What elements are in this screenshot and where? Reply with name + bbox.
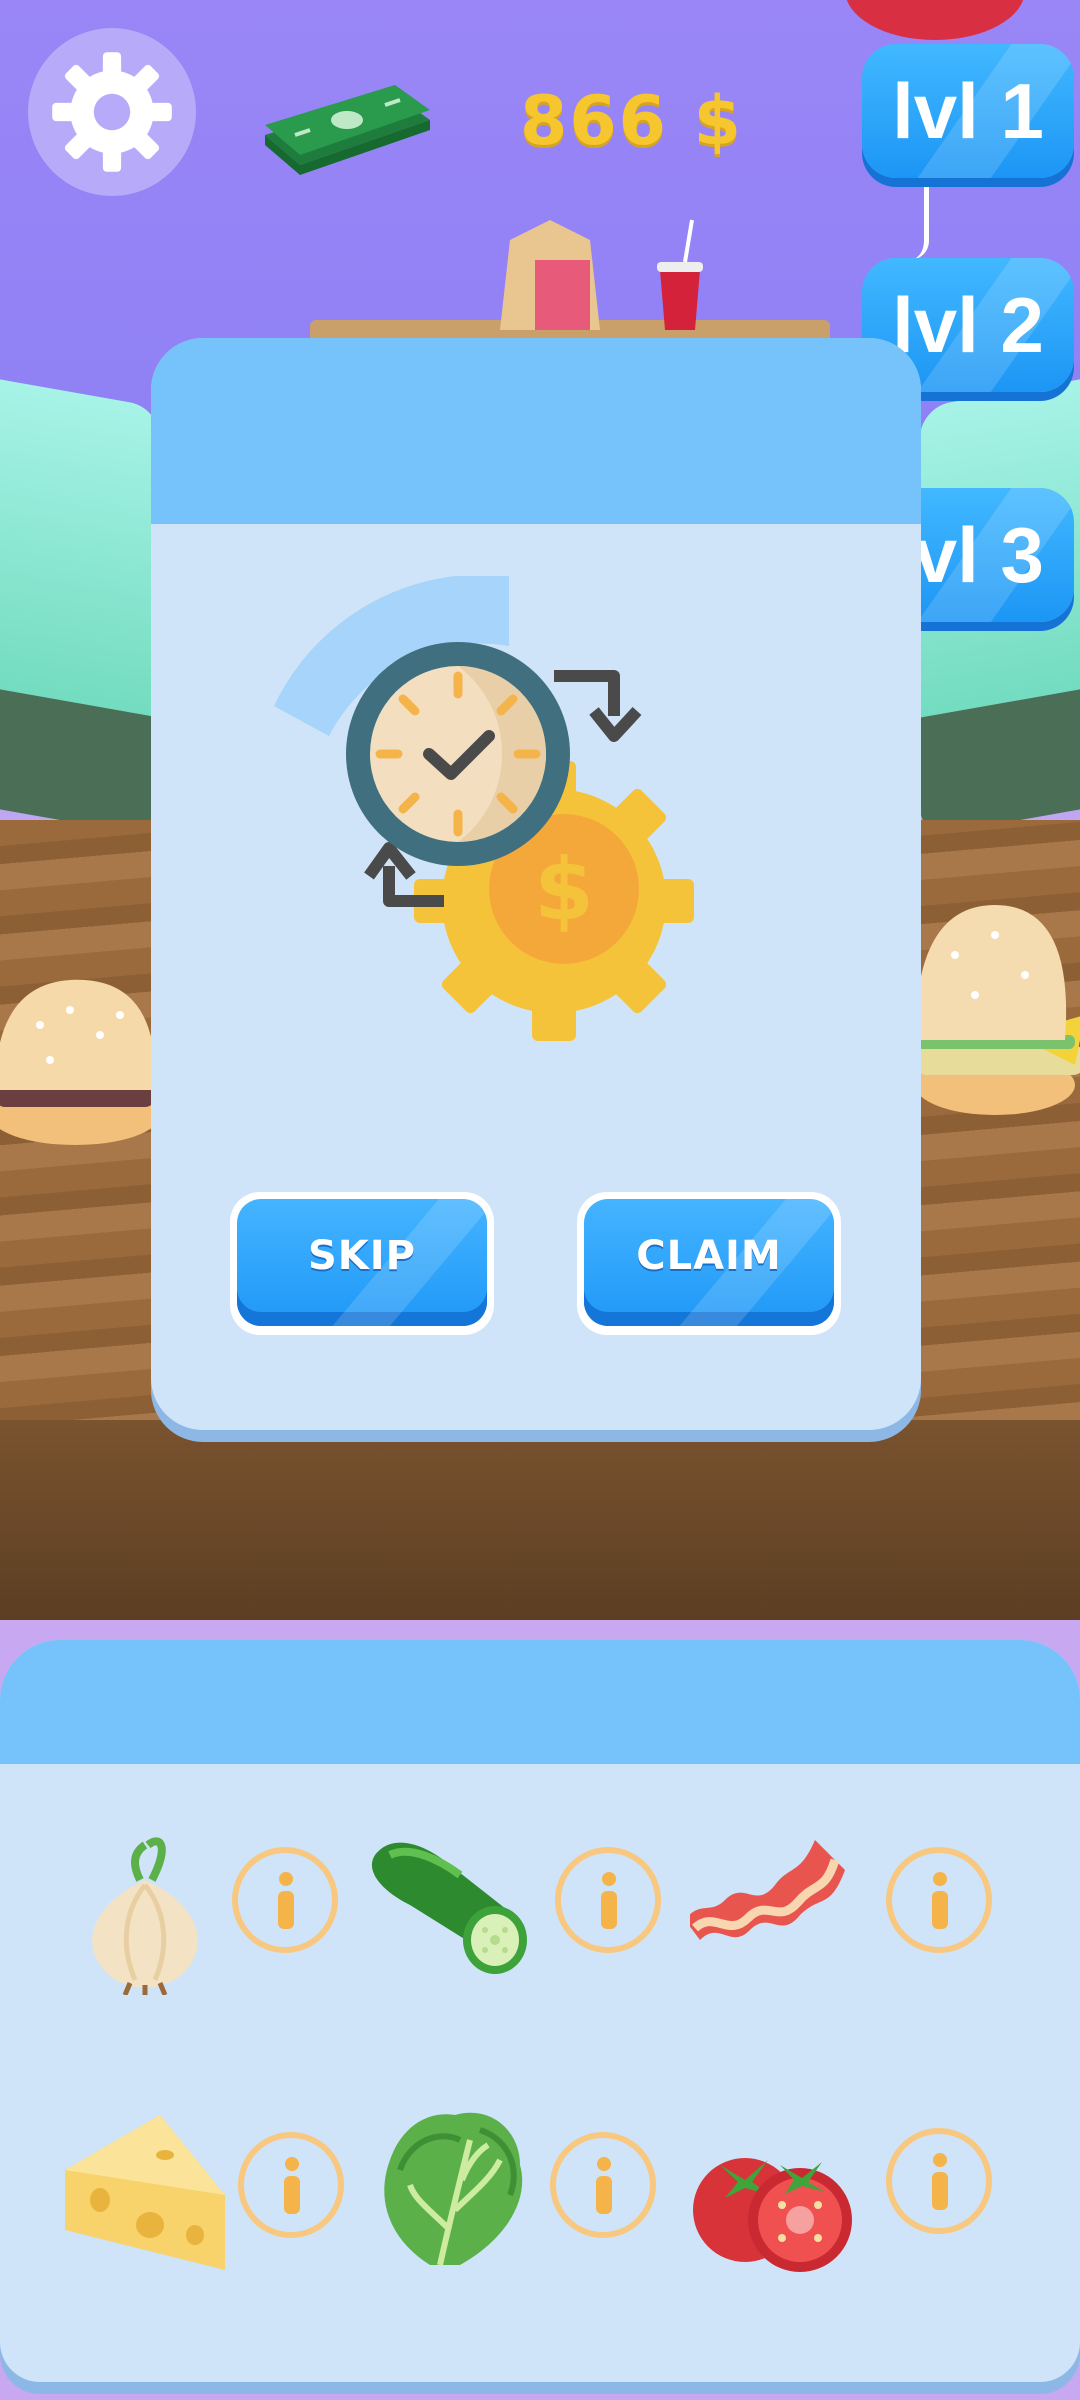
dialog-header [151,338,921,524]
money-counter: 866 $ [520,82,743,161]
balloon-string [910,165,929,260]
table-edge [0,1420,1080,1630]
onion-icon[interactable] [60,1825,230,1995]
claim-button[interactable]: CLAIM [577,1192,841,1335]
claim-label: CLAIM [636,1232,782,1279]
skip-button[interactable]: SKIP [230,1192,494,1335]
cash-stack-icon [265,85,430,175]
lettuce-info-icon[interactable] [550,2132,656,2238]
tomato-icon[interactable] [690,2120,860,2290]
ingredient-panel [0,1640,1080,2382]
cucumber-info-icon[interactable] [555,1847,661,1953]
ingredient-panel-header [0,1640,1080,1764]
onion-info-icon[interactable] [232,1847,338,1953]
svg-text:$: $ [534,840,594,940]
cheese-icon[interactable] [60,2110,230,2280]
lettuce-icon[interactable] [370,2100,540,2270]
gear-icon [52,52,172,172]
cheese-info-icon[interactable] [238,2132,344,2238]
level-1-button[interactable]: lvl 1 [862,44,1074,178]
bacon-info-icon[interactable] [886,1847,992,1953]
tomato-info-icon[interactable] [886,2128,992,2234]
clock-gear-money-icon: $ [274,576,694,1041]
bacon-icon[interactable] [690,1820,860,1990]
skip-label: SKIP [307,1232,416,1279]
settings-button[interactable] [28,28,196,196]
cucumber-icon[interactable] [370,1815,540,1985]
level-1-label: lvl 1 [892,66,1044,155]
left-counter [0,372,160,838]
burger-left [0,979,160,1145]
burger-right [915,905,1080,1115]
reward-dialog: $ SKIP CLAIM [151,338,921,1430]
counter-items [310,219,830,350]
